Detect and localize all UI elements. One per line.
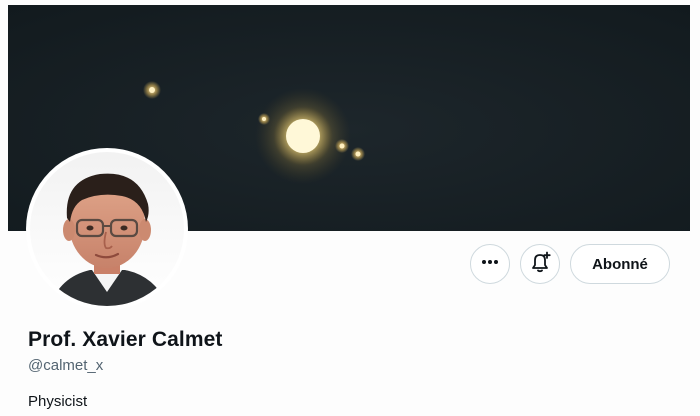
more-button[interactable] <box>470 244 510 284</box>
profile-header: Abonné Prof. Xavier Calmet @calmet_x Phy… <box>0 0 700 416</box>
more-icon <box>481 253 499 276</box>
avatar[interactable] <box>26 148 188 310</box>
follow-button[interactable]: Abonné <box>570 244 670 284</box>
display-name: Prof. Xavier Calmet <box>28 328 223 351</box>
bell-plus-icon <box>529 251 551 278</box>
username-handle: @calmet_x <box>28 357 104 374</box>
profile-bio: Physicist <box>28 393 88 410</box>
follow-button-label: Abonné <box>592 255 648 273</box>
notifications-button[interactable] <box>520 244 560 284</box>
profile-actions: Abonné <box>470 244 670 284</box>
